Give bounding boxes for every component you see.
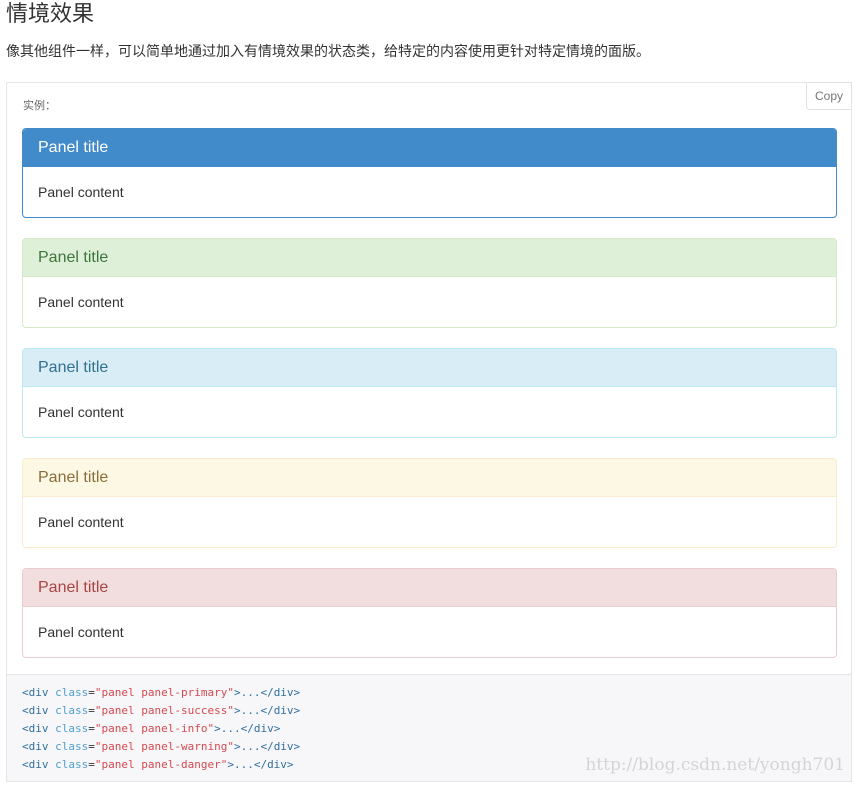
code-tag: >...</div>	[227, 758, 294, 771]
watermark-text: http://blog.csdn.net/yongh701	[585, 755, 845, 775]
code-attr: class	[55, 704, 89, 717]
code-line: <div class="panel panel-warning">...</di…	[22, 740, 301, 753]
panel-primary: Panel title Panel content	[22, 128, 837, 218]
panel-heading: Panel title	[23, 349, 836, 387]
panel-danger: Panel title Panel content	[22, 568, 837, 658]
panel-body: Panel content	[38, 404, 124, 420]
code-tag: <div	[22, 686, 49, 699]
code-line: <div class="panel panel-success">...</di…	[22, 704, 301, 717]
code-attr: class	[55, 758, 89, 771]
code-string: "panel panel-warning"	[94, 740, 234, 753]
section-heading: 情境效果	[6, 2, 95, 27]
panel-heading: Panel title	[23, 239, 836, 277]
example-label: 实例：	[23, 99, 56, 112]
panel-warning: Panel title Panel content	[22, 458, 837, 548]
panel-body: Panel content	[38, 184, 124, 200]
code-tag: <div	[22, 740, 49, 753]
panel-body: Panel content	[38, 294, 124, 310]
panel-info: Panel title Panel content	[22, 348, 837, 438]
code-string: "panel panel-success"	[94, 704, 234, 717]
panel-body: Panel content	[38, 624, 124, 640]
copy-button[interactable]: Copy	[806, 82, 852, 110]
code-string: "panel panel-primary"	[94, 686, 234, 699]
code-line: <div class="panel panel-primary">...</di…	[22, 686, 301, 699]
code-tag: >...</div>	[214, 722, 281, 735]
code-string: "panel panel-info"	[94, 722, 215, 735]
code-tag: >...</div>	[233, 704, 301, 717]
code-attr: class	[55, 686, 89, 699]
code-attr: class	[55, 722, 89, 735]
code-tag: >...</div>	[233, 686, 301, 699]
code-line: <div class="panel panel-info">...</div>	[22, 722, 281, 735]
page: 情境效果 像其他组件一样，可以简单地通过加入有情境效果的状态类，给特定的内容使用…	[0, 0, 855, 786]
panel-heading: Panel title	[23, 569, 836, 607]
code-attr: class	[55, 740, 89, 753]
panel-heading: Panel title	[23, 459, 836, 497]
code-tag: <div	[22, 704, 49, 717]
panel-heading: Panel title	[23, 129, 836, 167]
section-intro: 像其他组件一样，可以简单地通过加入有情境效果的状态类，给特定的内容使用更针对特定…	[6, 44, 650, 60]
code-tag: <div	[22, 758, 49, 771]
code-string: "panel panel-danger"	[94, 758, 228, 771]
example-box: 实例： Copy Panel title Panel content Panel…	[6, 82, 852, 674]
code-tag: <div	[22, 722, 49, 735]
panel-success: Panel title Panel content	[22, 238, 837, 328]
panel-body: Panel content	[38, 514, 124, 530]
code-tag: >...</div>	[233, 740, 301, 753]
